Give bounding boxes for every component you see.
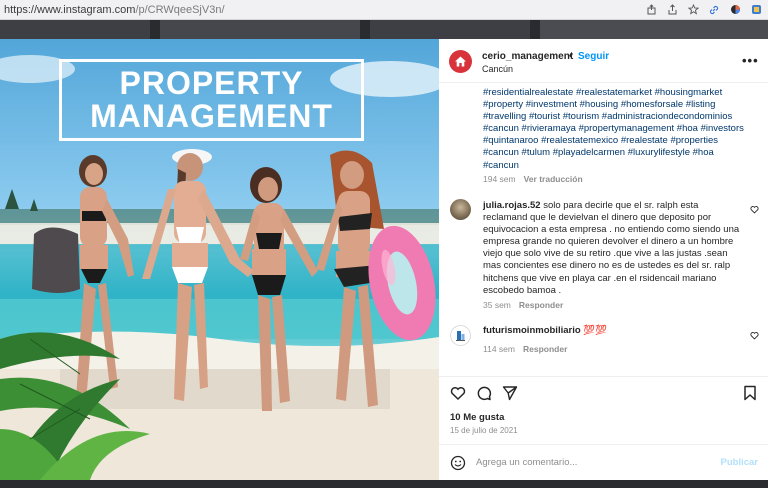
headline-line-2: MANAGEMENT: [90, 98, 333, 134]
reply-button[interactable]: Responder: [523, 344, 567, 354]
add-comment-bar: Agrega un comentario... Publicar: [439, 444, 768, 480]
comment-bubble-icon[interactable]: [476, 385, 492, 401]
post-header: cerio_management • Seguir Cancún •••: [439, 39, 768, 83]
reply-button[interactable]: Responder: [519, 300, 563, 310]
caption-age: 194 sem: [483, 174, 516, 184]
publish-comment-button[interactable]: Publicar: [721, 457, 759, 468]
more-options-icon[interactable]: •••: [742, 53, 759, 68]
see-translation-button[interactable]: Ver traducción: [524, 174, 583, 184]
post-details-panel: cerio_management • Seguir Cancún ••• #re…: [439, 39, 768, 480]
post-date: 15 de julio de 2021: [450, 426, 518, 435]
commenter-avatar[interactable]: [450, 325, 471, 346]
url-domain: https://www.instagram.com: [4, 3, 136, 16]
comment-username[interactable]: futurismoinmobiliario: [483, 325, 581, 336]
comment-age: 35 sem: [483, 300, 511, 310]
extension-icon[interactable]: [729, 4, 741, 16]
headline-line-1: PROPERTY: [119, 65, 304, 101]
like-comment-heart-icon[interactable]: [750, 205, 759, 214]
dimmed-backdrop-top[interactable]: [0, 20, 768, 39]
house-icon: [455, 56, 466, 67]
caption-meta: 194 sem Ver traducción: [483, 174, 583, 184]
like-count[interactable]: 10 Me gusta: [450, 412, 504, 423]
comment-meta: 114 sem Responder: [483, 344, 567, 354]
headline-box: PROPERTY MANAGEMENT: [59, 59, 364, 141]
link-icon[interactable]: [708, 4, 720, 16]
share-page-icon[interactable]: [645, 4, 657, 16]
comment-meta: 35 sem Responder: [483, 300, 563, 310]
post-author-username[interactable]: cerio_management: [482, 51, 573, 62]
dimmed-backdrop-bottom[interactable]: [0, 480, 768, 488]
comment-age: 114 sem: [483, 344, 515, 354]
bookmark-star-icon[interactable]: [687, 4, 699, 16]
follow-button[interactable]: Seguir: [578, 51, 609, 62]
like-heart-icon[interactable]: [450, 385, 466, 401]
comment-body: futurismoinmobiliario 💯💯: [483, 325, 745, 337]
address-field[interactable]: https://www.instagram.com/p/CRWqeeSjV3n/: [0, 4, 645, 16]
post-location[interactable]: Cancún: [482, 64, 513, 74]
save-bookmark-icon[interactable]: [742, 385, 758, 401]
extension-square-icon[interactable]: [750, 4, 762, 16]
building-logo-icon: [456, 331, 465, 341]
url-path: /p/CRWqeeSjV3n/: [135, 3, 225, 16]
comment-text: solo para decirle que el sr. ralph esta …: [483, 200, 740, 296]
comment-body: julia.rojas.52 solo para decirle que el …: [483, 200, 745, 297]
upload-icon[interactable]: [666, 4, 678, 16]
comment-text: 💯💯: [583, 325, 607, 336]
emoji-smiley-icon[interactable]: [450, 455, 466, 471]
comment-username[interactable]: julia.rojas.52: [483, 200, 541, 211]
post-caption-hashtags[interactable]: #residentialrealestate #realestatemarket…: [483, 87, 745, 172]
profile-avatar[interactable]: [449, 50, 472, 73]
separator-dot: •: [569, 51, 573, 62]
post-photo[interactable]: PROPERTY MANAGEMENT: [0, 39, 439, 480]
like-comment-heart-icon[interactable]: [750, 331, 759, 340]
comment-input[interactable]: Agrega un comentario...: [476, 457, 577, 468]
browser-url-bar[interactable]: https://www.instagram.com/p/CRWqeeSjV3n/: [0, 0, 768, 20]
commenter-avatar[interactable]: [450, 199, 471, 220]
share-send-icon[interactable]: [502, 385, 518, 401]
